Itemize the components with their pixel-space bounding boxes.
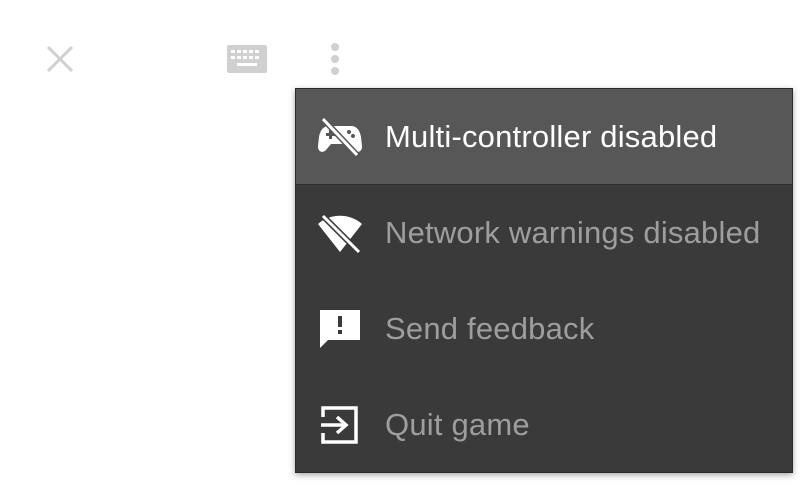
menu-item-multi-controller[interactable]: Multi-controller disabled xyxy=(296,89,792,185)
gamepad-off-icon xyxy=(316,113,364,161)
game-overlay: Multi-controller disabled Network warnin… xyxy=(0,0,808,489)
close-icon xyxy=(46,45,74,73)
menu-item-label: Quit game xyxy=(385,407,530,442)
more-vertical-icon xyxy=(331,43,339,75)
keyboard-button[interactable] xyxy=(222,37,272,81)
close-button[interactable] xyxy=(38,37,82,81)
exit-icon xyxy=(316,401,364,449)
menu-item-send-feedback[interactable]: Send feedback xyxy=(296,281,792,377)
keyboard-icon xyxy=(227,45,267,73)
wifi-off-icon xyxy=(316,209,364,257)
menu-item-network-warnings[interactable]: Network warnings disabled xyxy=(296,185,792,281)
feedback-icon xyxy=(316,305,364,353)
menu-item-label: Multi-controller disabled xyxy=(385,118,718,154)
menu-item-quit-game[interactable]: Quit game xyxy=(296,377,792,473)
more-options-button[interactable] xyxy=(318,37,352,81)
options-menu: Multi-controller disabled Network warnin… xyxy=(295,88,793,473)
menu-item-label: Network warnings disabled xyxy=(385,215,761,250)
menu-item-label: Send feedback xyxy=(385,311,595,346)
